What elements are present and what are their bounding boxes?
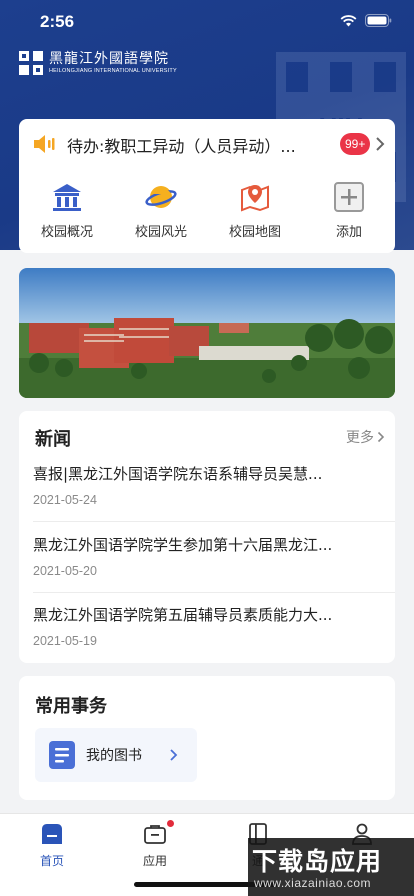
map-pin-icon xyxy=(241,185,269,212)
home-icon xyxy=(42,824,62,844)
affairs-section-title: 常用事务 xyxy=(35,696,107,717)
common-affairs-card: 常用事务 我的图书 xyxy=(19,676,395,800)
affair-my-books[interactable]: 我的图书 xyxy=(35,728,197,782)
building-icon xyxy=(53,184,81,211)
logo-english-name: HEILONGJIANG INTERNATIONAL UNIVERSITY xyxy=(49,68,177,74)
university-emblem-icon xyxy=(19,51,43,75)
tab-label: 首页 xyxy=(39,854,64,868)
watermark: 下载岛应用 www.xiazainiao.com xyxy=(248,838,414,896)
news-section-title: 新闻 xyxy=(35,429,71,450)
add-icon xyxy=(334,182,364,212)
shortcut-campus-map[interactable]: 校园地图 xyxy=(215,181,295,243)
shortcut-label: 校园概况 xyxy=(40,225,93,240)
briefcase-icon xyxy=(144,825,166,844)
news-item-date: 2021-05-19 xyxy=(33,634,97,648)
chevron-right-icon xyxy=(170,749,178,761)
campus-banner-image[interactable] xyxy=(19,268,395,398)
wifi-icon xyxy=(340,14,357,26)
planet-icon xyxy=(145,186,177,208)
news-item[interactable]: 黑龙江外国语学院学生参加第十六届黑龙江... 2021-05-20 xyxy=(19,534,395,604)
news-item-title: 黑龙江外国语学院第五届辅导员素质能力大... xyxy=(33,606,333,624)
university-logo: 黑龍江外國語學院 HEILONGJIANG INTERNATIONAL UNIV… xyxy=(18,50,177,76)
campus-photo xyxy=(19,268,395,398)
chevron-right-icon xyxy=(377,431,385,443)
news-item[interactable]: 喜报|黑龙江外国语学院东语系辅导员吴慧... 2021-05-24 xyxy=(19,463,395,533)
news-item-date: 2021-05-20 xyxy=(33,564,97,578)
tab-home[interactable]: 首页 xyxy=(22,820,82,868)
news-item-date: 2021-05-24 xyxy=(33,493,97,507)
shortcut-campus-scenery[interactable]: 校园风光 xyxy=(121,181,201,243)
todo-card: 待办:教职工异动（人员异动）... 99+ 校园概况 校园风光 校园地图 添加 xyxy=(19,119,395,253)
chevron-right-icon xyxy=(376,137,385,151)
news-card: 新闻 更多 喜报|黑龙江外国语学院东语系辅导员吴慧... 2021-05-24 … xyxy=(19,411,395,663)
todo-notice[interactable]: 待办:教职工异动（人员异动）... 99+ xyxy=(19,119,395,169)
affair-label: 我的图书 xyxy=(86,748,142,764)
status-bar: 2:56 xyxy=(0,0,414,44)
watermark-url: www.xiazainiao.com xyxy=(254,876,372,890)
todo-text: 待办:教职工异动（人员异动）... xyxy=(67,137,296,156)
notification-dot xyxy=(167,820,174,827)
tab-label: 应用 xyxy=(142,854,167,868)
status-time: 2:56 xyxy=(40,12,75,31)
battery-icon xyxy=(365,14,392,27)
speaker-icon xyxy=(34,135,55,153)
divider xyxy=(33,592,395,593)
logo-chinese-name: 黑龍江外國語學院 xyxy=(49,51,169,67)
news-more-label: 更多 xyxy=(346,430,374,446)
news-item-title: 黑龙江外国语学院学生参加第十六届黑龙江... xyxy=(33,536,333,554)
news-item[interactable]: 黑龙江外国语学院第五届辅导员素质能力大... 2021-05-19 xyxy=(19,604,395,674)
news-more-link[interactable]: 更多 xyxy=(346,427,385,447)
book-icon xyxy=(49,741,75,769)
todo-count-badge: 99+ xyxy=(340,133,371,155)
shortcut-add[interactable]: 添加 xyxy=(309,181,389,243)
watermark-text: 下载岛应用 xyxy=(252,847,383,876)
shortcut-label: 校园风光 xyxy=(134,225,187,240)
tab-apps[interactable]: 应用 xyxy=(125,820,185,868)
shortcut-label: 校园地图 xyxy=(228,225,281,240)
shortcut-label: 添加 xyxy=(335,225,362,240)
news-item-title: 喜报|黑龙江外国语学院东语系辅导员吴慧... xyxy=(33,465,323,483)
shortcut-campus-overview[interactable]: 校园概况 xyxy=(27,181,107,243)
divider xyxy=(33,521,395,522)
